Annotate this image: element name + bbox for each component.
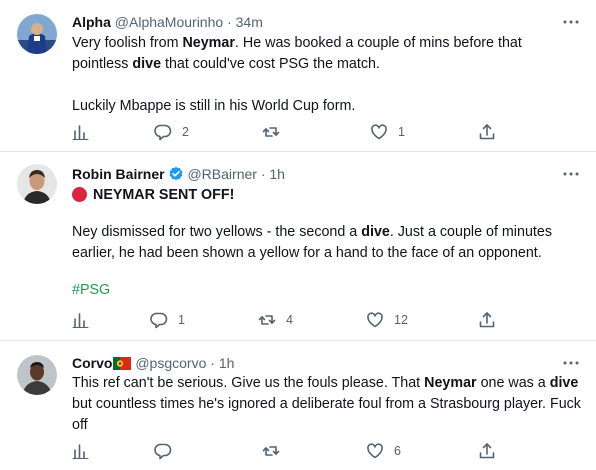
avatar[interactable]: [17, 14, 57, 54]
heart-icon: [371, 124, 387, 140]
heart-icon: [367, 443, 383, 459]
timestamp[interactable]: 1h: [269, 166, 285, 182]
retweet-button[interactable]: 4: [258, 310, 293, 330]
tweet-3[interactable]: Corvo @psgcorvo · 1h This ref can't be s…: [0, 341, 596, 470]
reply-icon: [154, 443, 172, 460]
tweet-paragraph: Luckily Mbappe is still in his World Cup…: [72, 98, 356, 114]
tweet-text: NEYMAR SENT OFF! Ney dismissed for two y…: [72, 185, 582, 301]
analytics-icon: [72, 313, 89, 328]
reply-button[interactable]: 1: [150, 310, 185, 330]
tweet-paragraph: Ney dismissed for two yellows - the seco…: [72, 222, 582, 264]
display-name[interactable]: Corvo: [72, 355, 112, 371]
highlighted-word: dive: [549, 375, 579, 391]
more-horizontal-icon[interactable]: [562, 165, 580, 183]
tweet-headline: NEYMAR SENT OFF!: [72, 185, 582, 206]
reply-button[interactable]: 2: [154, 122, 189, 142]
hashtag-paragraph: #PSG: [72, 280, 582, 301]
like-count: 1: [398, 125, 405, 139]
text-segment: but countless times he's ignored a delib…: [72, 396, 581, 433]
highlighted-word: Neymar: [424, 375, 477, 391]
highlighted-word: dive: [361, 224, 390, 240]
highlighted-word: dive: [132, 56, 162, 72]
text-segment: Very foolish from: [72, 35, 183, 51]
reply-count: 2: [182, 125, 189, 139]
verified-badge-icon: [168, 166, 184, 186]
more-horizontal-icon[interactable]: [562, 13, 580, 31]
heart-icon: [367, 312, 383, 328]
handle[interactable]: @AlphaMourinho: [115, 14, 223, 30]
red-circle-emoji-icon: [72, 187, 87, 202]
analytics-button[interactable]: [72, 441, 90, 461]
avatar[interactable]: [17, 355, 57, 395]
separator: ·: [260, 166, 266, 182]
tweet-header: Corvo @psgcorvo · 1h: [72, 354, 234, 374]
analytics-icon: [72, 125, 89, 140]
text-segment: that could've cost PSG the match.: [161, 56, 380, 72]
like-button[interactable]: 12: [366, 310, 408, 330]
share-button[interactable]: [478, 310, 496, 330]
handle[interactable]: @psgcorvo: [135, 355, 206, 371]
reply-icon: [150, 312, 168, 329]
like-count: 12: [394, 313, 408, 327]
analytics-button[interactable]: [72, 122, 90, 142]
separator: ·: [227, 14, 232, 30]
handle[interactable]: @RBairner: [187, 166, 256, 182]
tweet-actions: 1 4 12: [72, 310, 502, 330]
tweet-header: Robin Bairner @RBairner · 1h: [72, 165, 285, 186]
retweet-icon: [258, 315, 276, 325]
tweet-paragraph: Very foolish from Neymar. He was booked …: [72, 33, 582, 75]
headline-text: NEYMAR SENT OFF!: [93, 187, 235, 203]
tweet-1[interactable]: Alpha @AlphaMourinho · 34m Very foolish …: [0, 0, 596, 146]
reply-icon: [154, 124, 172, 141]
retweet-icon: [262, 127, 280, 137]
retweet-button[interactable]: [262, 122, 290, 142]
hashtag-link[interactable]: #PSG: [72, 282, 110, 298]
text-segment: This ref can't be serious. Give us the f…: [72, 375, 425, 391]
analytics-icon: [72, 444, 89, 459]
text-segment: one was a: [476, 375, 550, 391]
tweet-text: This ref can't be serious. Give us the f…: [72, 373, 582, 436]
text-segment: Ney dismissed for two yellows - the seco…: [72, 224, 362, 240]
tweet-header: Alpha @AlphaMourinho · 34m: [72, 13, 263, 31]
tweet-paragraph: This ref can't be serious. Give us the f…: [72, 373, 582, 436]
like-button[interactable]: 6: [366, 441, 401, 461]
timestamp[interactable]: 34m: [236, 14, 263, 30]
retweet-count: 4: [286, 313, 293, 327]
like-count: 6: [394, 444, 401, 458]
share-icon: [479, 443, 495, 459]
share-icon: [479, 312, 495, 328]
more-horizontal-icon[interactable]: [562, 354, 580, 372]
retweet-button[interactable]: [262, 441, 290, 461]
timestamp[interactable]: 1h: [219, 355, 235, 371]
tweet-text: Very foolish from Neymar. He was booked …: [72, 33, 582, 117]
reply-button[interactable]: [154, 441, 182, 461]
share-icon: [479, 124, 495, 140]
separator: ·: [210, 355, 215, 371]
tweet-2[interactable]: Robin Bairner @RBairner · 1h NEYMAR SENT…: [0, 152, 596, 340]
analytics-button[interactable]: [72, 310, 90, 330]
highlighted-word: Neymar: [182, 35, 235, 51]
like-button[interactable]: 1: [370, 122, 405, 142]
retweet-icon: [262, 446, 280, 456]
portugal-flag-icon: [113, 356, 132, 374]
reply-count: 1: [178, 313, 185, 327]
share-button[interactable]: [478, 122, 496, 142]
tweet-actions: 2 1: [72, 122, 502, 142]
tweet-actions: 6: [72, 441, 502, 461]
share-button[interactable]: [478, 441, 496, 461]
avatar[interactable]: [17, 164, 57, 204]
display-name[interactable]: Alpha: [72, 14, 111, 30]
display-name[interactable]: Robin Bairner: [72, 166, 165, 182]
